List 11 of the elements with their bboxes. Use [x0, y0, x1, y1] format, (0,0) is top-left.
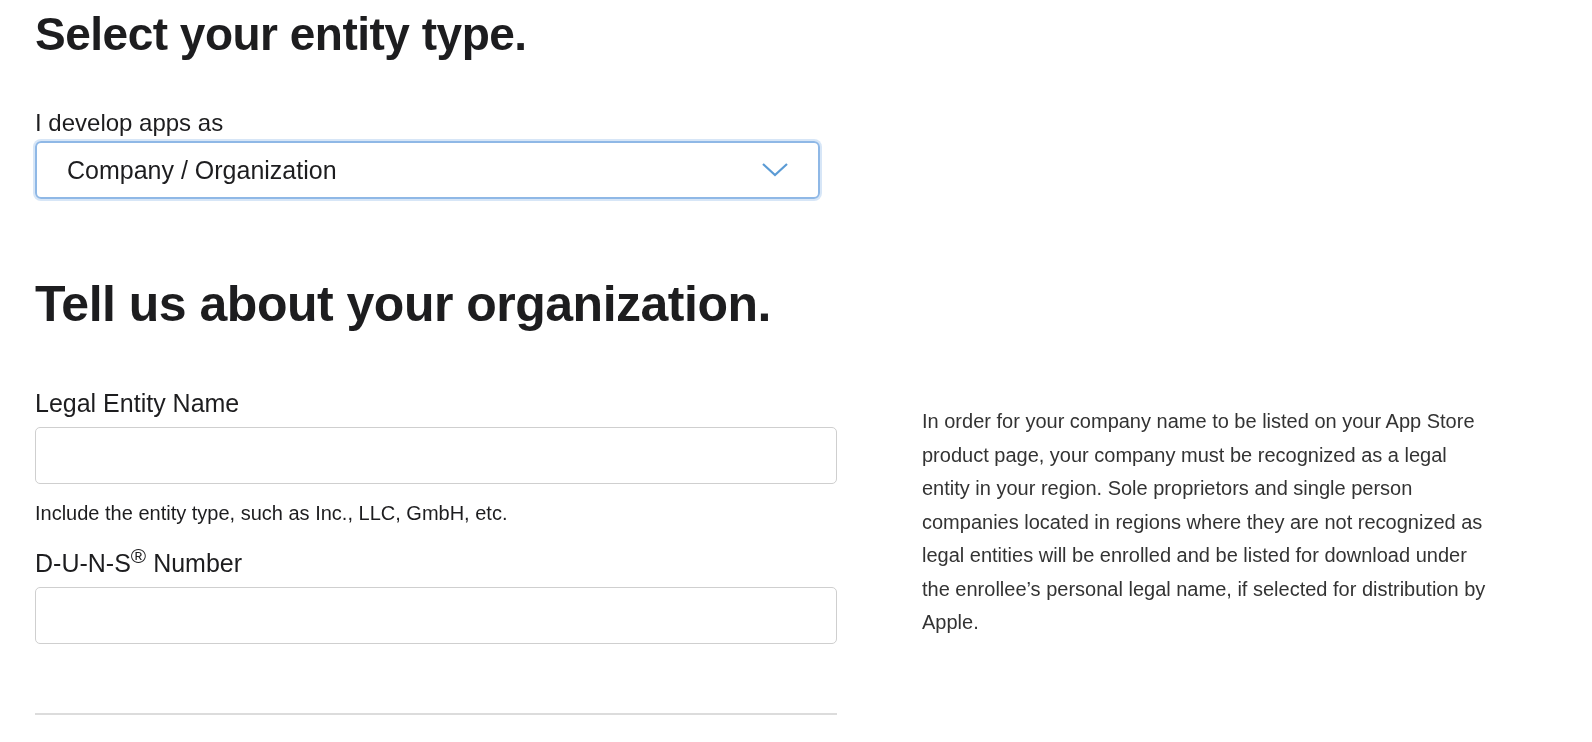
section-heading: Tell us about your organization.: [35, 275, 772, 334]
info-paragraph: In order for your company name to be listed on your App Store product page, your company must be recognized as a legal entity in your region. Sole proprietors and single person companies located in regions where they are not recognized as legal entities will be enrolled and be listed for download under the enrollee’s personal legal name, if selected for distribution by Apple.: [922, 409, 1487, 635]
input-field[interactable]: [35, 587, 837, 645]
input-field[interactable]: [35, 427, 837, 484]
section-heading: Select your entity type.: [35, 7, 528, 62]
field-hint: Include the entity type, such as Inc., LLC, GmbH, etc.: [35, 501, 509, 526]
field-label: D-U-N-S$^{®}$ Number: [35, 543, 244, 580]
chevron-down-icon: [762, 163, 788, 177]
field-label: Legal Entity Name: [35, 388, 241, 419]
entity-type-select[interactable]: Company / Organization: [35, 141, 820, 199]
select-label: I develop apps as: [35, 108, 225, 138]
